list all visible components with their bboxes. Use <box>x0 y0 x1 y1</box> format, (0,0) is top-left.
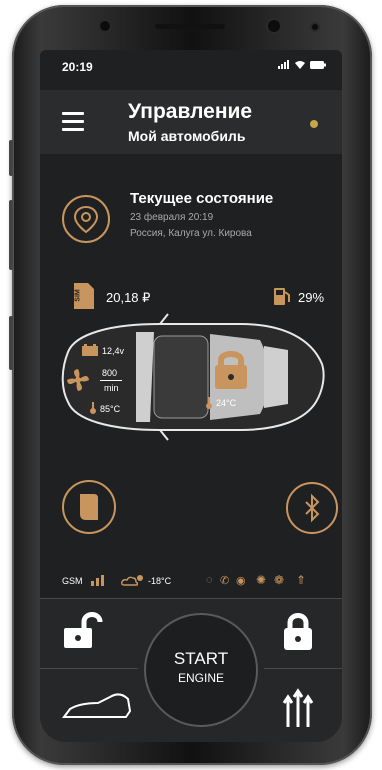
bluetooth-icon <box>305 493 320 523</box>
online-status-indicator <box>310 120 318 128</box>
engine-temperature: 85°C <box>100 404 121 414</box>
battery-voltage: 12,4v <box>102 346 125 356</box>
page-subtitle: Мой автомобиль <box>128 128 246 144</box>
cabin-temperature: 24°C <box>216 398 237 408</box>
battery-icon <box>310 60 326 69</box>
gsm-label: GSM <box>62 576 83 586</box>
heat-arrows-icon <box>282 688 314 727</box>
thermometer-icon <box>206 397 212 409</box>
heat-icon: ⇑ <box>296 573 307 587</box>
phone-side-button <box>9 200 13 270</box>
start-label: START <box>173 649 229 668</box>
page-title: Управление <box>128 100 253 123</box>
engine-rpm-value: 800 <box>102 368 118 378</box>
trunk-button[interactable] <box>40 669 144 742</box>
signal-icon <box>278 60 289 69</box>
outside-temperature: -18°C <box>148 576 172 586</box>
engine-rpm-unit: min <box>104 383 119 393</box>
door-icon <box>80 494 98 520</box>
car-trunk-icon <box>62 693 132 718</box>
engine-label: ENGINE <box>177 671 224 685</box>
engine-fan-icon <box>67 369 89 391</box>
status-time: 20:19 <box>62 60 93 74</box>
phone-sensor <box>312 24 318 30</box>
menu-icon[interactable] <box>62 112 84 131</box>
fuel-pump-icon <box>274 288 290 305</box>
phone-side-button <box>9 140 13 176</box>
location-pin-icon <box>73 205 99 234</box>
car-lock-status-icon <box>215 351 247 389</box>
heater-button[interactable] <box>254 669 342 742</box>
phone-speaker <box>155 24 225 29</box>
door-status-button[interactable] <box>62 480 116 534</box>
wifi-icon <box>295 61 305 69</box>
engine-temp-icon <box>90 402 96 414</box>
alarm-sound-icon: ◉ <box>236 575 246 587</box>
car-top-view-icon <box>61 313 325 441</box>
chat-icon: ◌ <box>206 574 213 586</box>
state-date: 23 февраля 20:19 <box>130 212 214 223</box>
app-screen: 20:19 Управление Мой автомобиль Текущее … <box>40 50 342 742</box>
status-icons <box>278 60 326 69</box>
engine-icon: ❁ <box>274 573 285 587</box>
lock-icon <box>284 613 312 650</box>
phone-call-icon: ✆ <box>220 575 230 587</box>
unlock-icon <box>64 612 103 648</box>
fuel-level: 29% <box>298 290 325 305</box>
bluetooth-button[interactable] <box>286 482 338 534</box>
phone-camera <box>268 20 280 32</box>
phone-camera <box>100 21 110 31</box>
state-address: Россия, Калуга ул. Кирова <box>130 228 252 239</box>
info-tray: GSM -18°C ◌ ✆ ◉ ✺ ❁ ⇑ <box>40 570 342 594</box>
lock-button[interactable] <box>254 598 342 668</box>
phone-side-button <box>9 316 13 370</box>
fan-icon: ✺ <box>256 573 267 587</box>
state-title: Текущее состояние <box>130 190 274 207</box>
location-button[interactable] <box>62 195 110 243</box>
sim-card-label: SIM <box>74 289 82 302</box>
weather-icon <box>121 575 143 586</box>
app-header: Управление Мой автомобиль <box>40 90 342 154</box>
start-engine-button[interactable]: START ENGINE <box>144 613 258 727</box>
car-battery-icon <box>82 344 98 356</box>
unlock-button[interactable] <box>40 598 144 668</box>
status-bar: 20:19 <box>40 50 342 86</box>
sim-balance: 20,18 ₽ <box>106 290 151 305</box>
gsm-signal-icon <box>91 575 104 586</box>
rpm-divider <box>100 380 122 381</box>
